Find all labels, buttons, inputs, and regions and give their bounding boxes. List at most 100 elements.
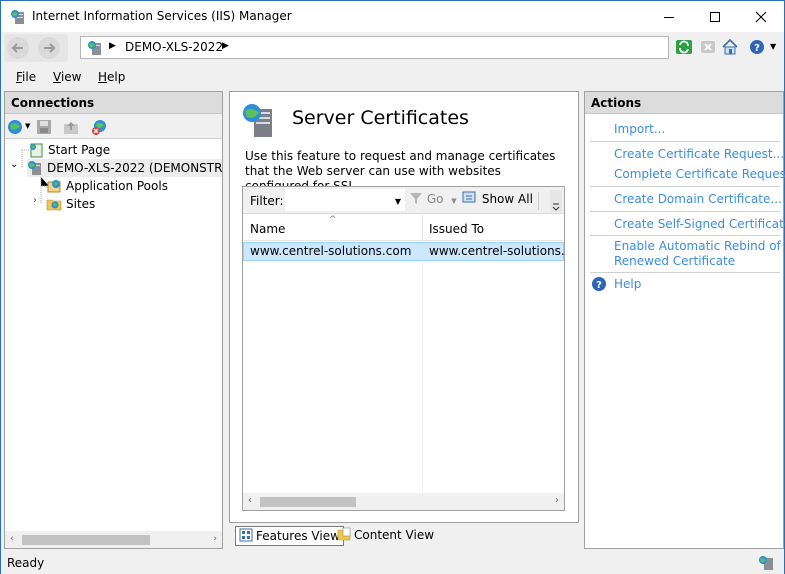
tab-content-view[interactable]: Content View: [337, 526, 434, 546]
table-row[interactable]: www.centrel-solutions.com www.centrel-so…: [243, 242, 565, 261]
server-status-icon: [759, 556, 773, 570]
view-tabs: Features View Content View: [229, 524, 579, 548]
save-icon[interactable]: [35, 118, 53, 136]
breadcrumb-arrow-icon[interactable]: ▶: [222, 41, 229, 51]
column-divider[interactable]: [422, 215, 423, 241]
sort-ascending-icon: ^: [329, 215, 337, 225]
show-all-button[interactable]: Show All: [462, 191, 533, 211]
filter-label: Filter:: [250, 194, 284, 208]
action-create-certificate-request[interactable]: Create Certificate Request...: [614, 147, 784, 162]
start-page-icon: [30, 143, 43, 158]
action-create-domain-certificate[interactable]: Create Domain Certificate...: [614, 192, 782, 207]
connections-toolbar: ▼: [5, 114, 222, 139]
iis-app-icon: [11, 10, 24, 24]
cell-name: www.centrel-solutions.com: [250, 244, 412, 258]
actions-header: Actions: [585, 92, 783, 114]
breadcrumb-server[interactable]: DEMO-XLS-2022: [125, 40, 223, 54]
svg-text:?: ?: [754, 43, 760, 54]
chevron-down-icon[interactable]: ▼: [395, 197, 401, 206]
content-view-icon: [337, 527, 351, 541]
more-options-icon[interactable]: [550, 190, 562, 212]
server-certificates-icon: [243, 104, 272, 137]
divider: [590, 186, 780, 187]
connections-pane: Connections ▼ Start Page ⌄ DEMO-XLS-2022…: [4, 91, 223, 549]
stop-icon[interactable]: [698, 37, 718, 57]
divider: [590, 235, 780, 236]
connections-header: Connections: [5, 92, 222, 114]
tab-features-view[interactable]: Features View: [235, 526, 344, 546]
go-button[interactable]: Go ▼: [409, 191, 457, 211]
certificates-list: Filter: ▼ Go ▼ Show All ^ Name Issued To…: [242, 186, 565, 511]
cell-issued-to: www.centrel-solutions.com: [429, 244, 565, 258]
close-button[interactable]: [738, 1, 784, 32]
help-dropdown-icon[interactable]: ?: [748, 37, 768, 57]
action-help[interactable]: Help: [614, 277, 641, 292]
maximize-icon: [710, 11, 720, 22]
toolbar-divider: [538, 192, 539, 210]
column-header-name[interactable]: Name: [250, 222, 285, 236]
action-create-self-signed-certificate[interactable]: Create Self-Signed Certificate...: [614, 217, 785, 232]
show-all-icon: [462, 191, 476, 203]
chevron-down-icon[interactable]: ▼: [770, 42, 776, 51]
disconnect-icon[interactable]: [91, 118, 109, 136]
action-import[interactable]: Import...: [614, 122, 665, 137]
status-bar: Ready: [1, 552, 784, 574]
breadcrumb-arrow-icon[interactable]: ▶: [109, 41, 116, 51]
filter-input-box[interactable]: ▼: [285, 189, 405, 211]
scroll-left-icon[interactable]: ‹: [10, 534, 14, 544]
column-header-row: ^ Name Issued To: [243, 215, 564, 241]
sites-folder-icon: [46, 199, 62, 211]
feature-pane: Server Certificates Use this feature to …: [229, 91, 579, 523]
filter-input[interactable]: [286, 190, 386, 210]
scroll-right-icon[interactable]: ›: [555, 495, 559, 506]
menu-view[interactable]: View: [53, 70, 81, 84]
filter-bar: Filter: ▼ Go ▼ Show All: [243, 187, 564, 214]
action-complete-certificate-request[interactable]: Complete Certificate Request...: [614, 167, 785, 182]
status-text: Ready: [7, 556, 45, 570]
scrollbar-thumb[interactable]: [260, 497, 356, 507]
divider: [590, 141, 780, 142]
connections-scrollbar[interactable]: ‹ ›: [5, 531, 222, 548]
list-scrollbar[interactable]: ‹ ›: [243, 493, 564, 510]
scroll-right-icon[interactable]: ›: [213, 534, 217, 544]
tree-item-application-pools[interactable]: Application Pools: [46, 177, 216, 195]
home-icon[interactable]: [720, 37, 740, 57]
chevron-down-icon[interactable]: ▼: [25, 122, 30, 130]
chevron-right-icon[interactable]: ›: [33, 195, 37, 206]
chevron-down-icon[interactable]: ⌄: [10, 159, 18, 170]
back-arrow-icon[interactable]: [6, 36, 30, 60]
minimize-icon: [664, 16, 674, 18]
actions-pane: Actions Import... Create Certificate Req…: [584, 91, 785, 549]
address-bar[interactable]: ▶ DEMO-XLS-2022 ▶: [80, 36, 669, 59]
chevron-down-icon[interactable]: ▼: [451, 197, 456, 205]
server-icon: [28, 161, 41, 175]
column-header-issued-to[interactable]: Issued To: [429, 222, 484, 236]
maximize-button[interactable]: [692, 1, 738, 32]
connections-tree: Start Page ⌄ DEMO-XLS-2022 (DEMONSTRATIO: [5, 140, 222, 520]
refresh-icon[interactable]: [674, 37, 694, 57]
server-icon: [88, 41, 101, 55]
column-gridline: [422, 261, 423, 493]
tree-item-sites[interactable]: Sites: [46, 195, 216, 213]
up-folder-icon[interactable]: [62, 118, 80, 136]
divider: [590, 272, 780, 273]
divider: [590, 211, 780, 212]
action-enable-automatic-rebind-line2[interactable]: Renewed Certificate: [614, 254, 735, 269]
menu-help[interactable]: Help: [98, 70, 125, 84]
forward-arrow-icon[interactable]: [37, 36, 61, 60]
scroll-left-icon[interactable]: ‹: [248, 495, 252, 506]
help-icon[interactable]: ?: [591, 276, 607, 292]
tree-item-server[interactable]: DEMO-XLS-2022 (DEMONSTRATIO: [27, 159, 222, 177]
minimize-button[interactable]: [646, 1, 692, 32]
connect-globe-icon[interactable]: [7, 118, 25, 136]
window-title: Internet Information Services (IIS) Mana…: [32, 9, 292, 23]
funnel-icon: [410, 193, 422, 204]
tree-item-start-page[interactable]: Start Page: [28, 141, 218, 159]
iis-manager-window: Internet Information Services (IIS) Mana…: [0, 0, 785, 574]
scrollbar-thumb[interactable]: [22, 535, 150, 545]
title-bar: Internet Information Services (IIS) Mana…: [1, 1, 784, 32]
action-enable-automatic-rebind[interactable]: Enable Automatic Rebind of: [614, 239, 781, 254]
menu-file[interactable]: File: [16, 70, 36, 84]
features-view-icon: [239, 528, 253, 542]
close-icon: [755, 11, 767, 22]
